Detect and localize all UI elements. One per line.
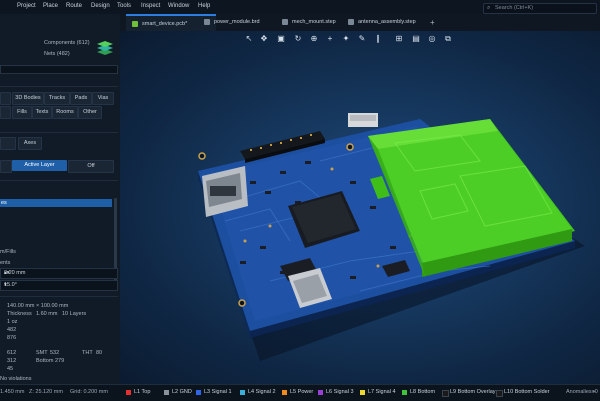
menu-window[interactable]: Window xyxy=(168,3,189,9)
search-box[interactable]: ⌕ Search (Ctrl+K) xyxy=(483,3,597,14)
bottom-count: 279 xyxy=(55,358,65,364)
list-item[interactable]: ents xyxy=(0,260,10,266)
smt-count: 532 xyxy=(50,350,60,356)
menu-help[interactable]: Help xyxy=(198,3,210,9)
list-item[interactable]: m/Fills xyxy=(0,249,16,255)
components-count: Components (612) xyxy=(44,40,90,46)
smt-label: SMT xyxy=(36,350,48,356)
chevron-down-icon: ▾ xyxy=(4,282,7,288)
pcb-3d-model xyxy=(198,113,585,361)
x-coordinate: 1.450 mm xyxy=(0,389,25,395)
filter-other[interactable]: Other xyxy=(78,106,102,119)
filter-fills[interactable]: Fills xyxy=(12,106,32,119)
tab-power-module[interactable]: power_module.brd xyxy=(200,14,278,31)
filter-extra-button[interactable] xyxy=(0,106,11,119)
menu-route[interactable]: Route xyxy=(66,3,82,9)
menu-inspect[interactable]: Inspect xyxy=(141,3,160,9)
document-tabs: smart_device.pcb* × power_module.brd mec… xyxy=(120,14,600,33)
left-panel: Components (612) Nets (482) 3D Bodies Tr… xyxy=(0,14,121,384)
stat-value: 482 xyxy=(7,327,17,333)
3d-viewport[interactable]: ↖ ✥ ▣ ↻ ⊕ + ✦ ✎ ∥ ⊞ ▤ ◎ ⧉ xyxy=(120,31,600,384)
filter-rooms[interactable]: Rooms xyxy=(52,106,78,119)
overflow-icon[interactable]: ● xyxy=(592,389,595,395)
board-size: 140.00 mm × 100.00 mm xyxy=(7,303,69,309)
grid-size: Grid: 0.200 mm xyxy=(70,389,108,395)
filter-all-button[interactable] xyxy=(0,92,11,105)
spacing-field[interactable]: 0.20 mm ▴▾ xyxy=(0,268,118,279)
layers-stack-icon xyxy=(97,41,113,55)
view-option-button[interactable] xyxy=(0,137,16,150)
toggle-off[interactable]: Off xyxy=(68,160,114,173)
nets-count: Nets (482) xyxy=(44,51,70,57)
axes-button[interactable]: Axes xyxy=(18,137,42,150)
search-icon: ⌕ xyxy=(487,5,491,11)
bottom-label: Bottom xyxy=(36,358,54,364)
filter-tracks[interactable]: Tracks xyxy=(44,92,70,105)
copper-weight: 1 oz xyxy=(7,319,18,325)
z-coordinate: Z: 25.120 mm xyxy=(29,389,63,395)
stat-value: 312 xyxy=(7,358,17,364)
violations-status: No violations xyxy=(0,376,32,382)
thickness-label: Thickness xyxy=(7,311,32,317)
filter-vias[interactable]: Vias xyxy=(92,92,114,105)
angle-field[interactable]: 15.0° ▾ xyxy=(0,280,118,291)
menu-place[interactable]: Place xyxy=(43,3,58,9)
filter-3d-bodies[interactable]: 3D Bodies xyxy=(12,92,44,105)
stat-value: 45 xyxy=(7,366,14,372)
step-file-icon xyxy=(348,19,354,25)
menu-bar: Project Place Route Design Tools Inspect… xyxy=(0,0,600,15)
toggle-left[interactable] xyxy=(0,160,12,173)
tab-mech-mount[interactable]: mech_mount.step xyxy=(278,14,352,31)
stepper-icon: ▴▾ xyxy=(4,270,10,276)
stat-value: 876 xyxy=(7,335,17,341)
pcb-file-icon xyxy=(132,21,138,27)
menu-project[interactable]: Project xyxy=(17,3,36,9)
filter-input[interactable] xyxy=(0,65,118,74)
step-file-icon xyxy=(282,19,288,25)
filter-texts[interactable]: Texts xyxy=(32,106,52,119)
add-tab-button[interactable]: + xyxy=(430,18,435,27)
thickness-value: 1.60 mm xyxy=(36,311,58,317)
filter-pads[interactable]: Pads xyxy=(70,92,92,105)
status-bar: 1.450 mm Z: 25.120 mm Grid: 0.200 mm L1 … xyxy=(0,384,600,401)
menu-design[interactable]: Design xyxy=(91,3,110,9)
tht-count: 80 xyxy=(96,350,103,356)
layer-count: 10 Layers xyxy=(62,311,87,317)
board-file-icon xyxy=(204,19,210,25)
stat-value: 612 xyxy=(7,350,17,356)
search-placeholder: Search (Ctrl+K) xyxy=(495,5,534,11)
list-item-selected[interactable]: es xyxy=(0,199,112,207)
toggle-active-layer[interactable]: Active Layer xyxy=(12,160,67,171)
menu-tools[interactable]: Tools xyxy=(117,3,131,9)
tht-label: THT xyxy=(82,350,93,356)
